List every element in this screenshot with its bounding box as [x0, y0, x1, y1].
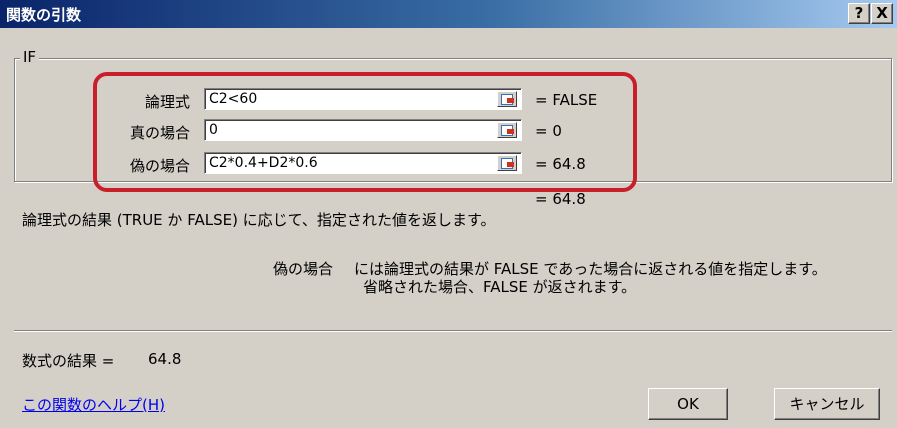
- help-link[interactable]: この関数のヘルプ(H): [22, 394, 165, 415]
- help-button[interactable]: ?: [848, 3, 870, 24]
- function-result: = 64.8: [535, 190, 586, 208]
- title-bar: 関数の引数 ? X: [0, 0, 897, 28]
- formula-result-label: 数式の結果 =: [22, 352, 115, 370]
- close-button[interactable]: X: [871, 3, 893, 24]
- cancel-button[interactable]: キャンセル: [774, 388, 880, 420]
- argument-help-line2: 省略された場合、FALSE が返されます。: [363, 278, 637, 296]
- ok-button[interactable]: OK: [648, 388, 728, 420]
- formula-result-value: 64.8: [148, 350, 182, 368]
- window-title: 関数の引数: [6, 6, 82, 24]
- function-name-label: IF: [20, 48, 40, 66]
- highlight-annotation: [93, 72, 637, 192]
- argument-help-name: 偽の場合: [273, 260, 334, 278]
- separator: [14, 330, 892, 332]
- function-description: 論理式の結果 (TRUE か FALSE) に応じて、指定された値を返します。: [22, 211, 496, 229]
